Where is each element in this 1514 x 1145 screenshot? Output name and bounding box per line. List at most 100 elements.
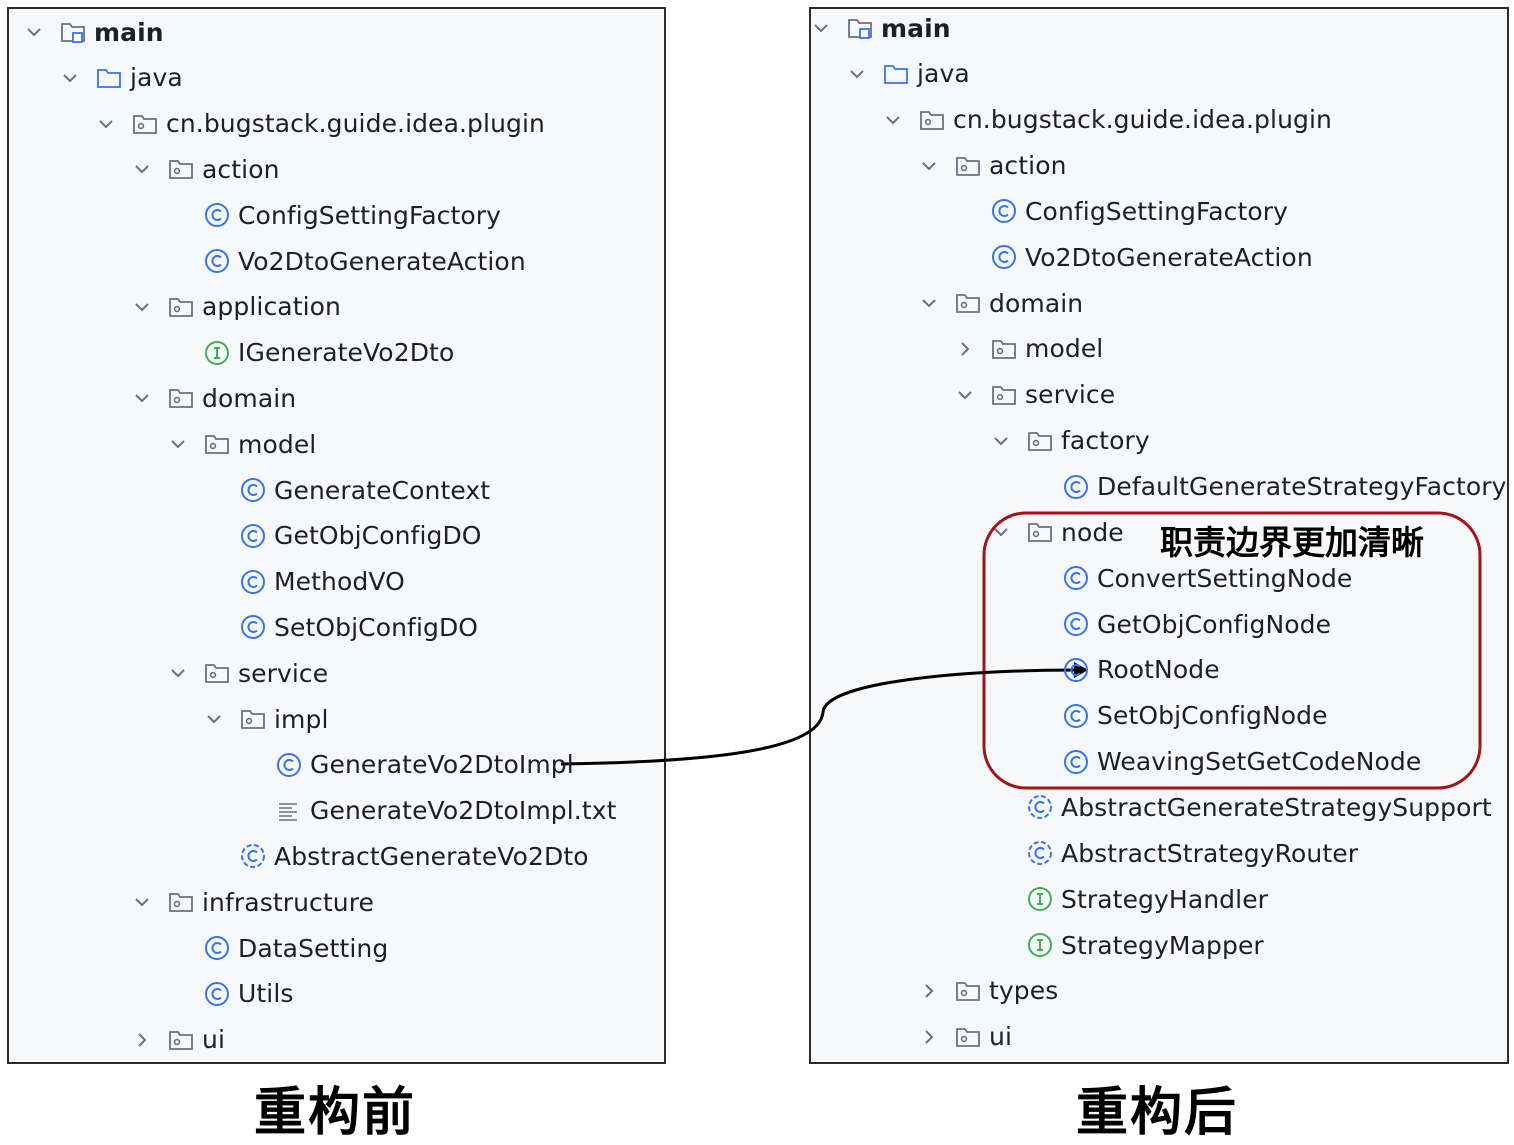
chevron-right-icon[interactable]: [953, 337, 977, 361]
tree-item-abstractgeneratevo2dto[interactable]: AbstractGenerateVo2Dto: [240, 836, 589, 876]
package-icon: [204, 660, 230, 686]
tree-item-factory[interactable]: factory: [1027, 421, 1150, 461]
before-caption: 重构前: [254, 1083, 417, 1143]
chevron-down-icon[interactable]: [22, 20, 46, 44]
tree-item-getobjconfignode[interactable]: GetObjConfigNode: [1063, 604, 1331, 644]
tree-item-label: DataSetting: [238, 933, 389, 963]
tree-item-cn-bugstack-guide-idea-plugin[interactable]: cn.bugstack.guide.idea.plugin: [132, 104, 545, 144]
tree-item-label: factory: [1061, 426, 1150, 456]
chevron-down-icon[interactable]: [130, 157, 154, 181]
tree-item-node[interactable]: node: [1027, 512, 1124, 552]
tree-item-label: infrastructure: [202, 887, 375, 917]
tree-item-utils[interactable]: Utils: [204, 974, 294, 1014]
tree-item-configsettingfactory[interactable]: ConfigSettingFactory: [991, 191, 1288, 231]
chevron-down-icon[interactable]: [953, 383, 977, 407]
tree-item-service[interactable]: service: [204, 653, 328, 693]
chevron-down-icon[interactable]: [989, 520, 1013, 544]
tree-item-vo2dtogenerateaction[interactable]: Vo2DtoGenerateAction: [204, 241, 526, 281]
tree-item-ui[interactable]: ui: [955, 1017, 1012, 1057]
tree-item-cn-bugstack-guide-idea-plugin[interactable]: cn.bugstack.guide.idea.plugin: [919, 100, 1332, 140]
tree-item-strategymapper[interactable]: StrategyMapper: [1027, 925, 1264, 965]
tree-item-setobjconfigdo[interactable]: SetObjConfigDO: [240, 607, 478, 647]
tree-item-methodvo[interactable]: MethodVO: [240, 562, 405, 602]
after-caption: 重构后: [1076, 1083, 1239, 1143]
chevron-down-icon[interactable]: [94, 112, 118, 136]
chevron-right-icon[interactable]: [130, 1028, 154, 1052]
tree-item-label: GenerateVo2DtoImpl.txt: [310, 796, 617, 826]
tree-item-service[interactable]: service: [991, 375, 1115, 415]
chevron-down-icon[interactable]: [881, 108, 905, 132]
tree-item-java[interactable]: java: [883, 54, 970, 94]
tree-item-label: model: [1025, 334, 1104, 364]
tree-item-java[interactable]: java: [96, 58, 183, 98]
tree-item-rootnode[interactable]: RootNode: [1063, 650, 1220, 690]
chevron-down-icon[interactable]: [166, 661, 190, 685]
package-icon: [955, 1024, 981, 1050]
class-icon: [240, 523, 266, 549]
tree-item-convertsettingnode[interactable]: ConvertSettingNode: [1063, 558, 1352, 598]
tree-item-label: Utils: [238, 979, 294, 1009]
tree-item-generatevo2dtoimpl-txt[interactable]: GenerateVo2DtoImpl.txt: [276, 791, 617, 831]
chevron-down-icon[interactable]: [917, 154, 941, 178]
tree-item-main[interactable]: main: [847, 8, 951, 48]
tree-item-label: model: [238, 429, 317, 459]
chevron-right-icon[interactable]: [917, 979, 941, 1003]
chevron-down-icon[interactable]: [917, 291, 941, 315]
chevron-down-icon[interactable]: [202, 707, 226, 731]
tree-item-label: GetObjConfigDO: [274, 521, 482, 551]
tree-item-label: service: [238, 658, 329, 688]
tree-item-setobjconfignode[interactable]: SetObjConfigNode: [1063, 696, 1328, 736]
tree-item-application[interactable]: application: [168, 287, 341, 327]
package-icon: [1027, 428, 1053, 454]
chevron-down-icon[interactable]: [130, 295, 154, 319]
tree-item-ui[interactable]: ui: [168, 1020, 225, 1060]
tree-item-model[interactable]: model: [991, 329, 1103, 369]
tree-item-domain[interactable]: domain: [955, 283, 1083, 323]
tree-item-getobjconfigdo[interactable]: GetObjConfigDO: [240, 516, 482, 556]
tree-item-action[interactable]: action: [168, 149, 280, 189]
chevron-down-icon[interactable]: [989, 429, 1013, 453]
tree-item-model[interactable]: model: [204, 424, 316, 464]
tree-item-label: main: [94, 17, 164, 47]
module-icon: [60, 19, 86, 45]
tree-item-igeneratevo2dto[interactable]: IGenerateVo2Dto: [204, 333, 454, 373]
tree-item-abstractgeneratestrategysupport[interactable]: AbstractGenerateStrategySupport: [1027, 787, 1492, 827]
tree-item-label: action: [989, 151, 1067, 181]
chevron-down-icon[interactable]: [130, 890, 154, 914]
tree-item-domain[interactable]: domain: [168, 378, 296, 418]
tree-item-label: domain: [989, 288, 1084, 318]
tree-item-action[interactable]: action: [955, 146, 1067, 186]
tree-item-label: DefaultGenerateStrategyFactory: [1097, 472, 1507, 501]
tree-item-abstractstrategyrouter[interactable]: AbstractStrategyRouter: [1027, 833, 1358, 873]
tree-item-infrastructure[interactable]: infrastructure: [168, 882, 374, 922]
tree-item-label: RootNode: [1097, 655, 1220, 685]
chevron-down-icon[interactable]: [166, 432, 190, 456]
tree-item-weavingsetgetcodenode[interactable]: WeavingSetGetCodeNode: [1063, 742, 1421, 782]
class-icon: [204, 248, 230, 274]
tree-item-defaultgeneratestrategyfactory[interactable]: DefaultGenerateStrategyFactory: [1063, 467, 1507, 507]
class-icon: [1063, 657, 1089, 683]
tree-item-generatecontext[interactable]: GenerateContext: [240, 470, 490, 510]
tree-item-generatevo2dtoimpl[interactable]: GenerateVo2DtoImpl: [276, 745, 574, 785]
chevron-down-icon[interactable]: [130, 386, 154, 410]
module-icon: [847, 15, 873, 41]
tree-item-label: AbstractStrategyRouter: [1061, 838, 1359, 868]
chevron-down-icon[interactable]: [809, 16, 833, 40]
chevron-right-icon[interactable]: [917, 1025, 941, 1049]
tree-item-label: application: [202, 292, 342, 322]
tree-item-main[interactable]: main: [60, 12, 164, 52]
tree-item-label: java: [917, 59, 970, 89]
chevron-down-icon[interactable]: [58, 66, 82, 90]
tree-item-strategyhandler[interactable]: StrategyHandler: [1027, 879, 1268, 919]
chevron-down-icon[interactable]: [845, 62, 869, 86]
tree-item-vo2dtogenerateaction[interactable]: Vo2DtoGenerateAction: [991, 237, 1313, 277]
tree-item-types[interactable]: types: [955, 971, 1058, 1011]
tree-item-impl[interactable]: impl: [240, 699, 329, 739]
tree-item-datasetting[interactable]: DataSetting: [204, 928, 388, 968]
tree-item-label: service: [1025, 380, 1116, 410]
abstract-class-icon: [1027, 794, 1053, 820]
tree-item-label: action: [202, 154, 280, 184]
tree-item-configsettingfactory[interactable]: ConfigSettingFactory: [204, 195, 501, 235]
class-icon: [240, 614, 266, 640]
package-icon: [955, 290, 981, 316]
